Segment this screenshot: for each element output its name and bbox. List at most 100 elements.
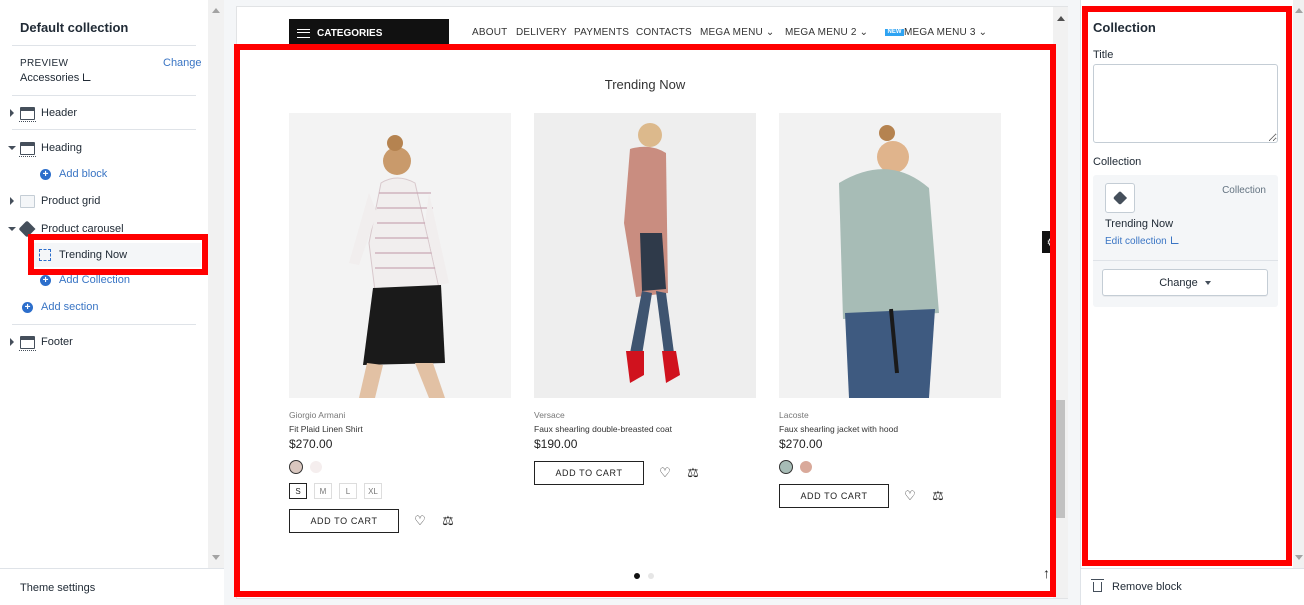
sidebar-scrollbar[interactable] [208, 0, 224, 568]
heart-icon[interactable]: ♡ [658, 465, 672, 480]
theme-preview: CATEGORIES ABOUT DELIVERY PAYMENTS CONTA… [224, 0, 1080, 605]
page-template-title: Default collection [20, 20, 129, 35]
nav-delivery[interactable]: DELIVERY [516, 27, 567, 38]
color-swatches [779, 459, 1001, 474]
size-option[interactable]: M [314, 483, 332, 499]
section-header[interactable]: Header [0, 102, 208, 124]
divider [12, 45, 196, 46]
carousel-dot[interactable] [648, 573, 654, 579]
caret-right-icon[interactable] [10, 197, 14, 205]
product-name[interactable]: Faux shearling jacket with hood [779, 424, 1001, 434]
nav-about[interactable]: ABOUT [472, 27, 507, 38]
add-collection-label: Add Collection [59, 274, 130, 286]
chevron-down-icon: ⌄ [978, 27, 988, 38]
nav-label: MEGA MENU 3 [904, 27, 976, 38]
product-name[interactable]: Faux shearling double-breasted coat [534, 424, 756, 434]
section-label: Product carousel [41, 223, 124, 235]
section-footer[interactable]: Footer [0, 331, 208, 353]
store-nav: CATEGORIES ABOUT DELIVERY PAYMENTS CONTA… [237, 19, 1069, 47]
preview-scrollbar[interactable] [1053, 7, 1068, 598]
swatch-option[interactable] [799, 459, 813, 474]
scroll-up-icon[interactable] [212, 8, 220, 13]
section-title: Trending Now [604, 77, 686, 92]
caret-down-icon[interactable] [8, 227, 16, 231]
external-link-icon [1170, 236, 1179, 244]
swatch-option[interactable] [309, 459, 323, 474]
compare-icon[interactable]: ⚖ [931, 488, 945, 503]
heart-icon[interactable]: ♡ [413, 513, 427, 528]
collection-thumbnail [1105, 183, 1135, 213]
edit-collection-link[interactable]: Edit collection [1105, 236, 1179, 247]
product-image[interactable] [534, 113, 756, 398]
section-product-grid[interactable]: Product grid [0, 190, 208, 212]
scrollbar-thumb[interactable] [1056, 400, 1065, 518]
heart-icon[interactable]: ♡ [903, 488, 917, 503]
cart-actions: ADD TO CART ♡ ⚖ [534, 461, 756, 485]
edit-collection-label: Edit collection [1105, 236, 1167, 247]
model-photo-1 [289, 113, 511, 398]
collection-name: Trending Now [1105, 218, 1174, 230]
scroll-down-icon[interactable] [1295, 555, 1303, 560]
product-price: $190.00 [534, 437, 578, 451]
remove-block-label: Remove block [1112, 581, 1182, 593]
add-to-cart-button[interactable]: ADD TO CART [779, 484, 889, 508]
caret-right-icon[interactable] [10, 338, 14, 346]
swatch-option[interactable] [289, 459, 303, 474]
size-option[interactable]: L [339, 483, 357, 499]
change-collection-button[interactable]: Change [1102, 269, 1268, 296]
add-block-label: Add block [59, 168, 108, 180]
product-vendor[interactable]: Versace [534, 410, 756, 420]
section-label: Heading [41, 142, 82, 154]
preview-collection[interactable]: Accessories [20, 72, 92, 84]
compare-icon[interactable]: ⚖ [686, 465, 700, 480]
preview-frame: CATEGORIES ABOUT DELIVERY PAYMENTS CONTA… [236, 6, 1068, 599]
divider [1093, 260, 1278, 261]
nav-mega-menu-2[interactable]: MEGA MENU 2 ⌄ [785, 27, 868, 38]
panel-scrollbar[interactable] [1293, 0, 1304, 568]
nav-contacts[interactable]: CONTACTS [636, 27, 692, 38]
compare-icon[interactable]: ⚖ [441, 513, 455, 528]
section-heading[interactable]: Heading [0, 137, 208, 159]
tag-icon [1112, 190, 1128, 206]
add-to-cart-button[interactable]: ADD TO CART [289, 509, 399, 533]
add-to-cart-button[interactable]: ADD TO CART [534, 461, 644, 485]
product-vendor[interactable]: Lacoste [779, 410, 1001, 420]
preview-label: PREVIEW [20, 58, 69, 69]
add-section-button[interactable]: + Add section [22, 297, 98, 317]
trash-icon [1091, 579, 1104, 592]
section-label: Footer [41, 336, 73, 348]
block-trending-now[interactable]: Trending Now [33, 243, 201, 267]
categories-label: CATEGORIES [317, 27, 383, 39]
remove-block-button[interactable]: Remove block [1081, 568, 1304, 605]
categories-button[interactable]: CATEGORIES [289, 19, 449, 47]
section-product-carousel[interactable]: Product carousel [0, 218, 208, 240]
back-to-top-icon[interactable]: ↑ [1043, 565, 1050, 581]
product-image[interactable] [779, 113, 1001, 398]
nav-mega-menu-3[interactable]: MEGA MENU 3 ⌄ [904, 27, 987, 38]
size-option[interactable]: S [289, 483, 307, 499]
size-options: S M L XL [289, 483, 511, 499]
carousel-dot[interactable] [634, 573, 640, 579]
swatch-option[interactable] [779, 459, 793, 474]
caret-right-icon[interactable] [10, 109, 14, 117]
size-option[interactable]: XL [364, 483, 382, 499]
product-vendor[interactable]: Giorgio Armani [289, 410, 511, 420]
product-name[interactable]: Fit Plaid Linen Shirt [289, 424, 511, 434]
scroll-up-icon[interactable] [1057, 16, 1065, 21]
add-block-button[interactable]: + Add block [40, 164, 107, 184]
add-collection-button[interactable]: + Add Collection [40, 270, 130, 290]
scroll-up-icon[interactable] [1295, 8, 1303, 13]
product-price: $270.00 [779, 437, 823, 451]
theme-settings-button[interactable]: Theme settings [0, 568, 224, 605]
add-section-label: Add section [41, 301, 99, 313]
nav-mega-menu[interactable]: MEGA MENU ⌄ [700, 27, 775, 38]
preview-change-link[interactable]: Change [163, 57, 202, 69]
title-field[interactable] [1093, 64, 1278, 143]
product-grid-icon [20, 194, 35, 208]
scroll-down-icon[interactable] [212, 555, 220, 560]
product-image[interactable] [289, 113, 511, 398]
caret-down-icon[interactable] [8, 146, 16, 150]
editor-sidebar: Default collection PREVIEW Change Access… [0, 0, 224, 605]
nav-payments[interactable]: PAYMENTS [574, 27, 629, 38]
color-swatches [289, 459, 511, 474]
